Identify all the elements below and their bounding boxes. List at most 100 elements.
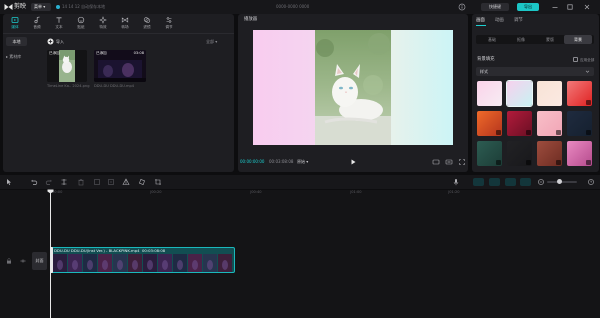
ratio-dropdown[interactable]: 原始 ▾ — [297, 159, 308, 165]
background-swatch-pink-mint-gradient[interactable] — [506, 80, 533, 107]
download-icon[interactable] — [526, 160, 531, 165]
playhead[interactable] — [50, 190, 51, 318]
linkage-icon[interactable] — [505, 178, 516, 186]
project-title[interactable]: 0000-0000 0000 — [276, 4, 309, 10]
background-swatch-red-brick[interactable] — [537, 141, 562, 166]
tab-text[interactable]: 文本 — [51, 16, 67, 31]
tab-audio[interactable]: 音频 — [29, 16, 45, 31]
background-swatch-teal-dark[interactable] — [477, 141, 502, 166]
download-icon[interactable] — [496, 130, 501, 135]
background-swatch-crimson-sparkle[interactable] — [507, 111, 532, 136]
filter-dropdown[interactable]: 全部 ▾ — [206, 38, 217, 45]
tab-transition[interactable]: 转场 — [117, 16, 133, 31]
ratio-icon[interactable] — [445, 158, 453, 166]
close-icon[interactable] — [583, 3, 591, 11]
import-icon[interactable] — [47, 38, 54, 45]
undo-icon[interactable] — [30, 178, 38, 186]
zoom-slider-handle[interactable] — [557, 179, 562, 184]
apply-all-checkbox[interactable] — [573, 57, 578, 62]
tab-adjust-props[interactable]: 调节 — [514, 18, 523, 24]
clip-name: DDU-DU DDU-DU(Inst Ver.) - BLACKPINK.mp4 — [54, 248, 140, 253]
cover-button[interactable]: 封面 — [32, 252, 47, 270]
clip-frame-figure — [207, 260, 213, 270]
tab-label: 贴纸 — [77, 25, 85, 29]
background-swatch-orange-sunburst[interactable] — [477, 111, 502, 136]
zoom-slider[interactable] — [547, 181, 577, 183]
cat-image[interactable] — [315, 30, 391, 145]
background-swatch-navy-dark[interactable] — [567, 111, 592, 136]
tab-effects[interactable]: 特效 — [95, 16, 111, 31]
select-tool-icon[interactable] — [5, 178, 13, 186]
subtab-mask[interactable]: 蒙版 — [536, 35, 564, 44]
download-icon[interactable] — [556, 160, 561, 165]
chevron-down-icon[interactable] — [585, 69, 590, 74]
clip-frame-figure — [72, 260, 78, 270]
background-swatch-pink-gradient[interactable] — [477, 81, 502, 106]
media-item-name: DDU-DU DDU-DU.mp4 — [94, 84, 135, 88]
tab-sticker[interactable]: 贴纸 — [73, 16, 89, 31]
reverse-icon[interactable] — [107, 178, 115, 186]
media-duration: 03:08 — [133, 51, 144, 55]
clip-frame-figure — [102, 260, 108, 270]
sticker-icon — [77, 16, 85, 24]
background-swatch-red-gradient[interactable] — [567, 81, 592, 106]
background-swatch-charcoal[interactable] — [507, 141, 532, 166]
clip-frame-figure — [117, 260, 123, 270]
subtab-basic[interactable]: 基础 — [478, 35, 506, 44]
preview-axis-icon[interactable] — [520, 178, 531, 186]
download-icon[interactable] — [586, 160, 591, 165]
delete-icon[interactable] — [77, 178, 85, 186]
auto-snap-icon[interactable] — [489, 178, 500, 186]
download-icon[interactable] — [556, 130, 561, 135]
background-swatch-peach-gradient[interactable] — [537, 81, 562, 106]
text-icon — [56, 17, 62, 23]
rotate-icon[interactable] — [138, 178, 146, 186]
sidebar-item-local[interactable]: 本地 — [6, 37, 27, 46]
sidebar-item-library[interactable]: ▸ 素材库 — [6, 52, 30, 61]
preview-canvas[interactable] — [253, 30, 453, 145]
shortcut-button[interactable]: 快捷键 — [481, 3, 509, 11]
fullscreen-icon[interactable] — [458, 158, 466, 166]
minimize-icon[interactable] — [551, 3, 559, 11]
effects-icon — [99, 16, 107, 24]
download-icon[interactable] — [586, 130, 591, 135]
clip-title: DDU-DU DDU-DU(Inst Ver.) - BLACKPINK.mp4… — [54, 248, 165, 253]
microphone-icon[interactable] — [452, 178, 460, 186]
download-icon[interactable] — [586, 100, 591, 105]
mirror-icon[interactable] — [122, 178, 130, 186]
apply-all-label[interactable]: 应用全部 — [580, 57, 594, 63]
download-icon[interactable] — [526, 130, 531, 135]
tab-adjust[interactable]: 调节 — [161, 16, 177, 31]
tab-filter[interactable]: 滤镜 — [139, 16, 155, 31]
media-item-video[interactable]: 已添加 03:08 — [94, 50, 146, 82]
import-button[interactable]: 导入 — [56, 38, 64, 45]
subtab-background[interactable]: 背景 — [564, 35, 592, 44]
tab-media[interactable]: 媒体 — [7, 16, 23, 31]
tab-animation[interactable]: 动画 — [495, 18, 504, 24]
track-lock-icon[interactable] — [6, 258, 12, 264]
play-icon[interactable] — [349, 158, 357, 166]
background-swatch-pink-glitter[interactable] — [567, 141, 592, 166]
playhead-handle[interactable] — [47, 189, 54, 194]
info-icon[interactable] — [458, 3, 466, 11]
crop-icon[interactable] — [432, 158, 440, 166]
maximize-icon[interactable] — [566, 3, 574, 11]
background-swatch-pink-flowers[interactable] — [537, 111, 562, 136]
split-icon[interactable] — [60, 178, 68, 186]
redo-icon[interactable] — [45, 178, 53, 186]
added-badge: 已添加 — [49, 51, 60, 55]
subtab-cutout[interactable]: 抠像 — [507, 35, 535, 44]
clip-duration: 00:03:08:08 — [141, 248, 166, 253]
track-visibility-icon[interactable] — [20, 258, 26, 264]
main-track-magnet-icon[interactable] — [473, 178, 484, 186]
crop-tool-icon[interactable] — [154, 178, 162, 186]
menu-button[interactable]: 菜单 ▾ — [31, 3, 51, 11]
export-button[interactable]: 导出 — [517, 3, 539, 11]
style-dropdown[interactable]: 样式 — [476, 67, 594, 76]
zoom-out-icon[interactable] — [537, 178, 545, 186]
download-icon[interactable] — [496, 160, 501, 165]
freeze-icon[interactable] — [93, 178, 101, 186]
fit-timeline-icon[interactable] — [587, 178, 595, 186]
media-item-cat[interactable]: 已添加 — [47, 50, 87, 82]
tab-picture[interactable]: 画面 — [476, 18, 485, 24]
